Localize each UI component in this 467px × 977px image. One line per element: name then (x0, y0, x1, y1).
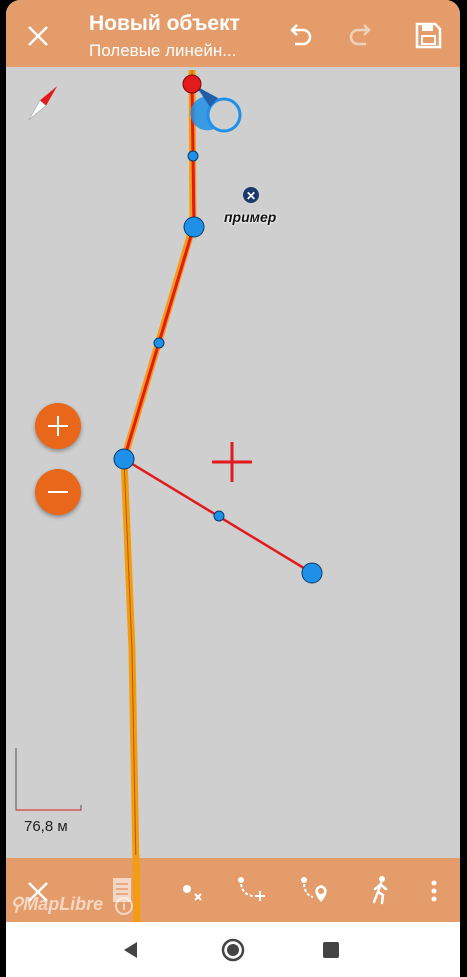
zoom-in-button[interactable] (35, 403, 81, 449)
undo-icon (290, 24, 312, 46)
system-nav-bar (6, 922, 460, 977)
vertex[interactable] (113, 448, 135, 470)
delete-vertex-button[interactable] (178, 878, 208, 906)
add-vertex-icon (238, 877, 265, 901)
map-canvas[interactable]: ✕ (6, 0, 460, 922)
selected-vertex[interactable] (182, 74, 202, 94)
home-icon (221, 938, 245, 962)
pin-icon: ⚲ (10, 894, 24, 914)
top-app-bar: Новый объект Полевые линейн... (6, 0, 460, 67)
edited-line (122, 83, 196, 460)
map-view[interactable]: ✕ пример 76,8 м (6, 0, 460, 922)
back-icon (124, 942, 137, 958)
redo-icon (349, 24, 371, 46)
more-icon (431, 880, 437, 902)
page-subtitle: Полевые линейн... (89, 41, 237, 60)
close-icon (28, 26, 48, 46)
minus-icon (48, 491, 68, 493)
vertex[interactable] (183, 216, 205, 238)
plus-icon (48, 416, 68, 436)
walk-mode-button[interactable] (366, 874, 394, 906)
info-icon[interactable]: i (115, 897, 133, 915)
scale-bar (15, 748, 82, 811)
scale-label: 76,8 м (24, 818, 68, 835)
add-point-icon (301, 877, 327, 902)
vertex[interactable] (301, 562, 323, 584)
app-screen: ✕ пример 76,8 м Новый объект Полевые лин… (6, 0, 460, 977)
more-button[interactable] (424, 876, 444, 906)
recents-button[interactable] (318, 937, 344, 963)
page-title: Новый объект (89, 12, 240, 35)
home-button[interactable] (218, 935, 248, 965)
midpoint-vertex[interactable] (153, 337, 165, 349)
save-icon (415, 22, 442, 49)
add-point-button[interactable] (298, 874, 332, 906)
zoom-out-button[interactable] (35, 469, 81, 515)
poi-marker-icon[interactable]: ✕ (243, 187, 259, 203)
maplibre-attribution[interactable]: ⚲MapLibre (10, 894, 103, 915)
close-button[interactable] (20, 20, 56, 52)
crosshair-icon (212, 442, 252, 482)
poi-label: пример (224, 209, 277, 225)
selected-vertex-handle[interactable] (190, 86, 242, 133)
save-button[interactable] (411, 18, 445, 52)
redo-button[interactable] (345, 18, 379, 52)
delete-vertex-icon (183, 885, 202, 901)
add-vertex-button[interactable] (234, 874, 268, 906)
walk-icon (372, 876, 388, 905)
svg-text:✕: ✕ (246, 189, 256, 203)
recents-icon (323, 942, 339, 958)
midpoint-vertex[interactable] (213, 510, 225, 522)
compass-icon[interactable] (26, 84, 60, 123)
midpoint-vertex[interactable] (187, 150, 199, 162)
undo-button[interactable] (282, 18, 316, 52)
back-button[interactable] (118, 937, 144, 963)
